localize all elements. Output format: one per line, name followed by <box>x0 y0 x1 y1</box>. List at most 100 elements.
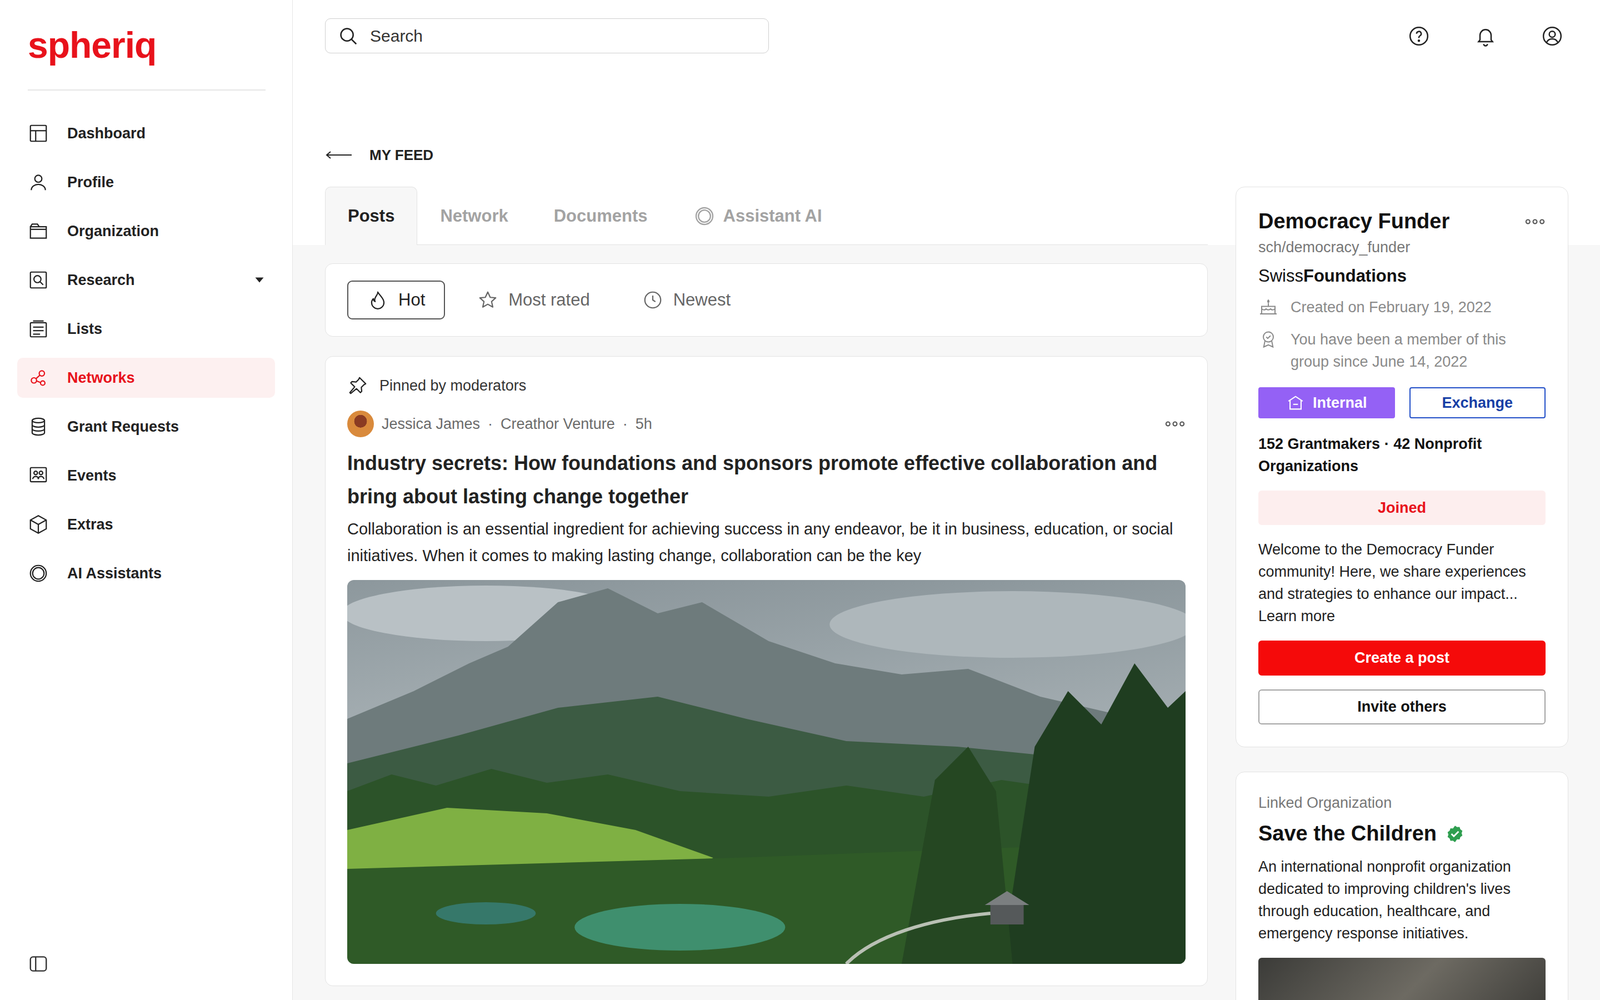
tab[interactable]: Assistant AI <box>670 186 845 245</box>
organization-title-row: Save the Children <box>1258 821 1546 846</box>
group-header: Democracy Funder <box>1258 209 1546 234</box>
learn-more-link[interactable]: Learn more <box>1258 607 1335 625</box>
post-meta: Jessica James · Creathor Venture · 5h <box>347 410 1186 438</box>
membership-info: You have been a member of this group sin… <box>1258 328 1546 373</box>
award-icon <box>1258 329 1279 350</box>
brand-bold: Foundations <box>1303 266 1407 286</box>
house-icon <box>1286 393 1305 413</box>
search-placeholder: Search <box>370 26 423 46</box>
sidebar-nav: Dashboard Profile Organization Research List… <box>17 113 275 594</box>
search-field[interactable]: Search <box>325 18 769 54</box>
sidebar: spheriq Dashboard Profile Organization Resea… <box>0 0 293 1000</box>
tab-bar: Posts Network Documents Assistant AI <box>325 186 1208 245</box>
action-button[interactable]: Create a post <box>1258 640 1546 676</box>
sidebar-item[interactable]: Research <box>17 260 275 300</box>
ai-icon <box>27 562 49 584</box>
sidebar-item[interactable]: Dashboard <box>17 113 275 154</box>
collapse-area <box>17 953 275 1000</box>
author-avatar[interactable] <box>347 410 374 438</box>
list-icon <box>27 318 49 340</box>
post-image[interactable] <box>347 580 1186 964</box>
cake-icon <box>1258 297 1279 318</box>
sort-option-label: Most rated <box>508 290 590 310</box>
verified-icon <box>1445 824 1465 844</box>
sort-option-label: Newest <box>673 290 731 310</box>
star-icon <box>477 289 499 311</box>
topbar-actions <box>1407 18 1569 48</box>
sort-option[interactable]: Hot <box>347 280 445 320</box>
tab[interactable]: Documents <box>531 186 671 245</box>
organization-icon <box>27 220 49 242</box>
author-name[interactable]: Jessica James <box>381 415 480 433</box>
pinned-indicator: Pinned by moderators <box>347 373 1186 398</box>
group-badge[interactable]: Internal <box>1258 387 1395 419</box>
author-organization[interactable]: Creathor Venture <box>500 415 615 433</box>
group-name: Democracy Funder <box>1258 209 1516 234</box>
post-card[interactable]: Pinned by moderators Jessica James · Creath… <box>325 356 1208 987</box>
user-icon[interactable] <box>1541 25 1564 48</box>
feed: Posts Network Documents Assistant AI Hot Most… <box>325 186 1208 987</box>
box-icon <box>27 513 49 535</box>
arrow-left-icon <box>325 149 353 161</box>
sidebar-item-label: Events <box>67 467 265 485</box>
organization-name[interactable]: Save the Children <box>1258 821 1437 846</box>
tab[interactable]: Posts <box>325 186 418 245</box>
logo[interactable]: spheriq <box>27 23 157 67</box>
sidebar-item[interactable]: Profile <box>17 162 275 203</box>
sidebar-item[interactable]: Networks <box>17 357 275 398</box>
group-badge[interactable]: Exchange <box>1409 387 1547 419</box>
sidebar-item-label: Extras <box>67 516 265 534</box>
sidebar-item[interactable]: Grant Requests <box>17 406 275 447</box>
grant-icon <box>27 416 49 438</box>
feed-body: Hot Most rated Newest Pinned by moderators J… <box>325 245 1208 987</box>
logo-area: spheriq <box>27 0 266 91</box>
post-excerpt: Collaboration is an essential ingredient… <box>347 515 1186 569</box>
post-time: 5h <box>635 415 653 433</box>
tab-label: Assistant AI <box>723 206 823 227</box>
sort-option[interactable]: Most rated <box>457 280 610 320</box>
sidebar-item-label: Research <box>67 271 237 289</box>
app: spheriq Dashboard Profile Organization Resea… <box>0 0 1600 1000</box>
help-icon[interactable] <box>1407 25 1430 48</box>
more-icon[interactable] <box>1164 420 1186 428</box>
organization-description: An international nonprofit organization … <box>1258 855 1546 945</box>
sidebar-item[interactable]: AI Assistants <box>17 553 275 594</box>
action-button[interactable]: Invite others <box>1258 689 1546 725</box>
sidebar-item[interactable]: Events <box>17 455 275 496</box>
sidebar-toggle-icon[interactable] <box>27 953 49 975</box>
organization-image <box>1258 957 1546 1000</box>
badge-label: Internal <box>1312 394 1368 412</box>
sidebar-item[interactable]: Organization <box>17 211 275 252</box>
bell-icon[interactable] <box>1474 25 1497 48</box>
ai-icon <box>693 205 716 228</box>
sidebar-item-label: Networks <box>67 369 265 387</box>
membership-text: You have been a member of this group sin… <box>1290 328 1546 373</box>
more-icon[interactable] <box>1524 217 1546 226</box>
tab-label: Posts <box>347 206 395 227</box>
events-icon <box>27 465 49 487</box>
sidebar-item[interactable]: Extras <box>17 504 275 545</box>
post-title[interactable]: Industry secrets: How foundations and sp… <box>347 446 1186 514</box>
brand-logo: SwissFoundations <box>1258 266 1546 287</box>
linked-organization-card: Linked OrganizationSave the ChildrenAn i… <box>1235 771 1569 1000</box>
sidebar-item[interactable]: Lists <box>17 308 275 349</box>
right-panel: Democracy Fundersch/democracy_funderSwis… <box>1235 186 1569 1000</box>
meta-separator: · <box>622 415 628 433</box>
dashboard-icon <box>27 122 49 144</box>
badge-label: Exchange <box>1441 394 1513 412</box>
sort-option[interactable]: Newest <box>622 280 751 320</box>
pinned-label: Pinned by moderators <box>379 377 527 395</box>
tab-label: Documents <box>553 206 648 227</box>
sidebar-item-label: Organization <box>67 222 265 240</box>
group-card: Democracy Fundersch/democracy_funderSwis… <box>1235 186 1569 748</box>
back-link[interactable]: MY FEED <box>325 141 1569 169</box>
tab[interactable]: Network <box>417 186 531 245</box>
pin-icon <box>347 375 369 397</box>
sidebar-item-label: AI Assistants <box>67 565 265 583</box>
sidebar-item-label: Dashboard <box>67 125 265 143</box>
flame-icon <box>367 289 389 311</box>
meta-separator: · <box>487 415 493 433</box>
main: Search MY FEED Posts Network Documents Assist… <box>292 0 1600 1000</box>
join-button[interactable]: Joined <box>1258 490 1546 525</box>
tab-label: Network <box>440 206 508 227</box>
